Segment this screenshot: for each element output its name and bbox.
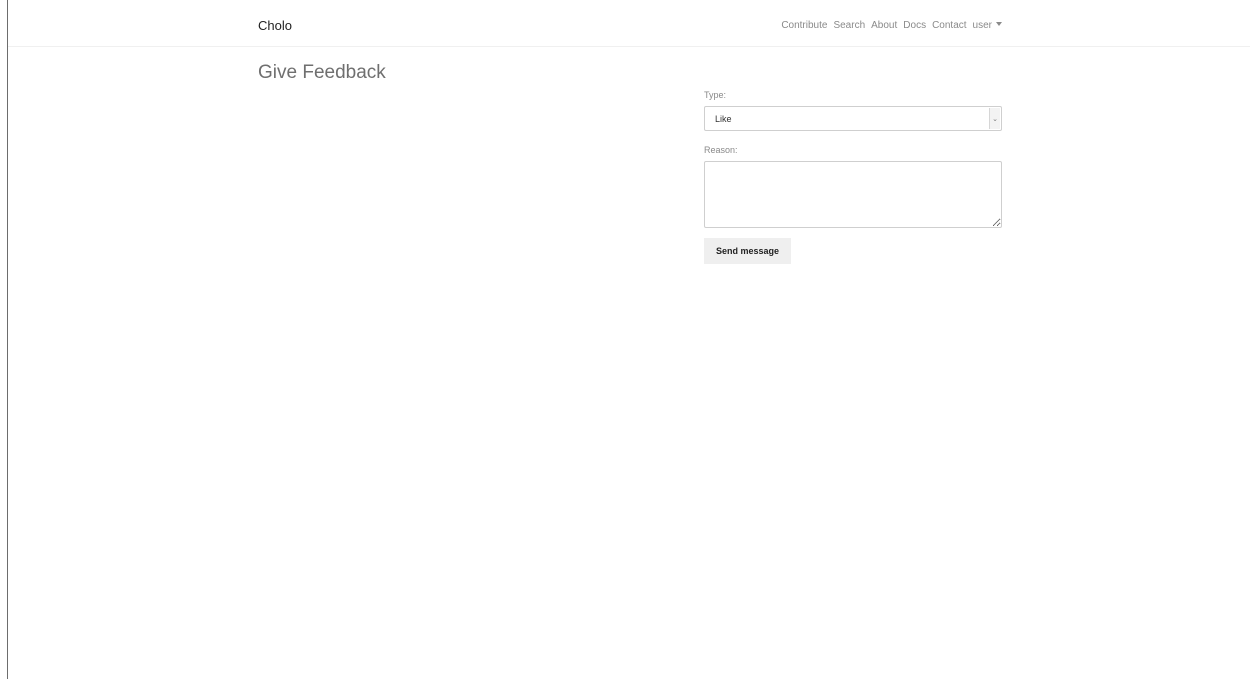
brand-link[interactable]: Cholo [258, 18, 292, 33]
reason-label: Reason: [704, 145, 738, 155]
page-left-border [7, 0, 8, 679]
nav-link-search[interactable]: Search [833, 20, 865, 31]
type-label: Type: [704, 90, 727, 100]
nav-links: Contribute Search About Docs Contact use… [781, 20, 1002, 31]
nav-link-about[interactable]: About [871, 20, 897, 31]
page-title: Give Feedback [258, 62, 386, 83]
send-message-button[interactable]: Send message [704, 238, 791, 264]
top-navbar: Cholo Contribute Search About Docs Conta… [8, 0, 1250, 47]
nav-link-contribute[interactable]: Contribute [781, 20, 827, 31]
reason-textarea[interactable] [704, 161, 1002, 228]
chevron-down-icon: ⌄ [989, 108, 1000, 129]
user-menu-toggle[interactable]: user [973, 20, 1002, 31]
nav-link-contact[interactable]: Contact [932, 20, 966, 31]
type-select[interactable]: Like ⌄ [704, 106, 1002, 131]
nav-link-docs[interactable]: Docs [903, 20, 926, 31]
caret-down-icon [996, 22, 1002, 26]
type-select-value: Like [715, 114, 732, 124]
user-menu-label: user [972, 20, 992, 31]
feedback-form: Type: Like ⌄ Reason: Send message [704, 90, 1002, 264]
